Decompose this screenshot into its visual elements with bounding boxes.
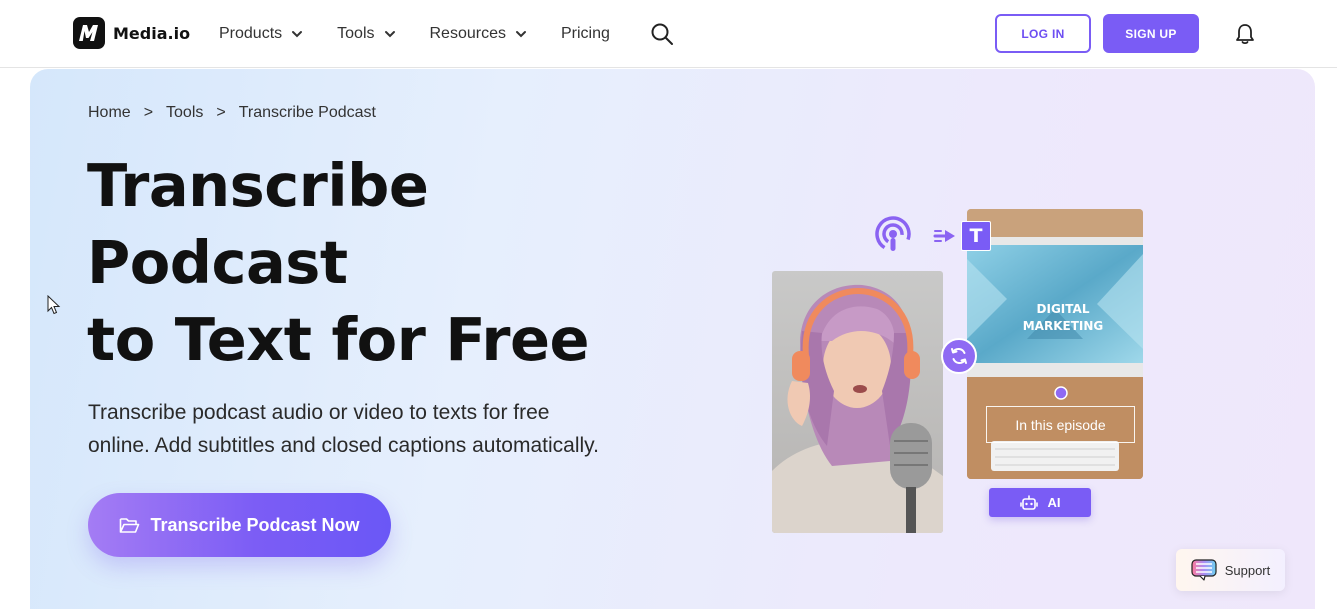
cta-label: Transcribe Podcast Now (150, 514, 360, 535)
folder-open-icon (120, 517, 140, 533)
breadcrumb-tools[interactable]: Tools (166, 104, 203, 122)
podcaster-illustration (772, 284, 943, 533)
title-line-1: Transcribe (87, 151, 429, 220)
nav-tools[interactable]: Tools (337, 25, 395, 43)
screen-text-line-1: DIGITAL (1037, 302, 1090, 316)
mouse-cursor-icon (47, 295, 61, 315)
login-button[interactable]: LOG IN (995, 14, 1091, 53)
text-t-icon: T (961, 221, 991, 251)
top-header: Media.io Products Tools Resources Pricin… (0, 0, 1337, 68)
title-line-3: to Text for Free (87, 305, 590, 374)
arrow-right-icon (933, 230, 955, 242)
nav-tools-label: Tools (337, 25, 375, 42)
nav-resources-label: Resources (429, 25, 506, 42)
podcaster-photo (772, 271, 943, 533)
nav-products-label: Products (219, 25, 283, 42)
signup-button[interactable]: SIGN UP (1103, 14, 1199, 53)
transcribe-podcast-button[interactable]: Transcribe Podcast Now (88, 493, 391, 557)
title-line-2: Podcast (87, 228, 348, 297)
nav-resources[interactable]: Resources (430, 25, 527, 43)
subtitle-line-2: online. Add subtitles and closed caption… (88, 434, 599, 457)
subtitle-line-1: Transcribe podcast audio or video to tex… (88, 401, 550, 424)
nav-products[interactable]: Products (219, 25, 303, 43)
screen-text-line-2: MARKETING (1023, 319, 1104, 333)
ai-label: AI (1047, 495, 1061, 510)
main-nav: Products Tools Resources Pricing (219, 0, 644, 68)
chevron-down-icon (515, 31, 526, 38)
brand-logo[interactable]: Media.io (73, 17, 190, 49)
support-label: Support (1224, 562, 1271, 578)
nav-pricing-label: Pricing (560, 25, 610, 42)
chevron-down-icon (292, 31, 303, 38)
page-title: Transcribe Podcast to Text for Free (87, 147, 687, 378)
podcast-icon (875, 216, 911, 252)
chat-support-icon (1191, 559, 1217, 581)
breadcrumb-current: Transcribe Podcast (238, 104, 376, 121)
chevron-down-icon (384, 31, 395, 38)
logo-mark-icon (73, 17, 105, 49)
sync-icon (941, 338, 977, 374)
robot-icon (1019, 494, 1038, 510)
breadcrumb: Home > Tools > Transcribe Podcast (88, 104, 376, 122)
breadcrumb-separator: > (216, 104, 226, 121)
hero-subtitle: Transcribe podcast audio or video to tex… (88, 396, 688, 462)
bell-icon[interactable] (1235, 23, 1255, 45)
nav-pricing[interactable]: Pricing (561, 25, 610, 43)
brand-name: Media.io (113, 23, 191, 43)
search-icon[interactable] (650, 22, 674, 46)
caption-textbox: In this episode (986, 406, 1135, 443)
caption-text: In this episode (1015, 416, 1106, 433)
breadcrumb-home[interactable]: Home (88, 104, 131, 122)
support-widget[interactable]: Support (1176, 549, 1285, 591)
ai-badge: AI (989, 488, 1091, 517)
breadcrumb-separator: > (143, 104, 154, 121)
